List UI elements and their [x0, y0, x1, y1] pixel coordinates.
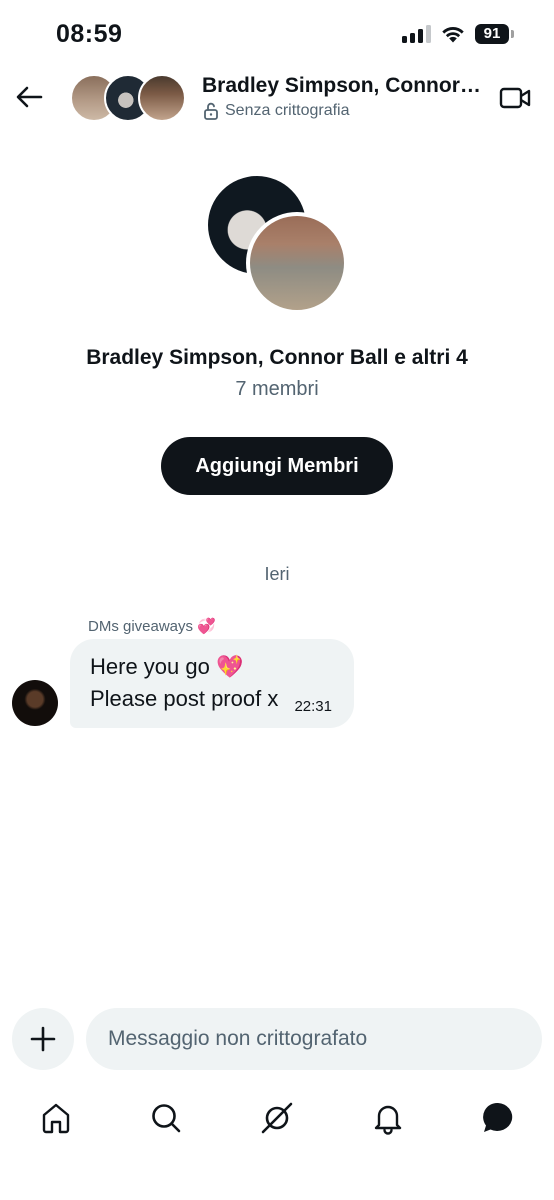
group-avatars[interactable] — [70, 74, 188, 122]
arrow-left-icon — [16, 86, 43, 108]
date-separator: Ieri — [264, 564, 290, 584]
bell-icon — [374, 1105, 402, 1135]
conversation-title[interactable]: Bradley Simpson, Connor… — [202, 74, 482, 98]
home-icon — [42, 1103, 70, 1134]
nav-notifications[interactable] — [368, 1098, 408, 1138]
battery-indicator: 91 — [475, 24, 514, 44]
add-attachment-button[interactable] — [12, 1008, 74, 1070]
search-icon — [152, 1104, 181, 1133]
group-avatar — [208, 176, 348, 314]
nav-search[interactable] — [146, 1098, 186, 1138]
message-bubble[interactable]: Here you go 💖 Please post proof x 22:31 — [70, 639, 354, 728]
cellular-signal-icon — [402, 25, 431, 43]
member-avatar — [246, 212, 348, 314]
member-count: 7 membri — [235, 378, 319, 400]
message-text: Here you go 💖 — [90, 654, 244, 679]
plus-icon — [30, 1026, 56, 1052]
nav-messages[interactable] — [478, 1098, 518, 1138]
encryption-label: Senza crittografia — [225, 102, 350, 119]
message-input[interactable] — [86, 1008, 542, 1070]
encryption-status: Senza crittografia — [203, 102, 350, 120]
wifi-icon — [442, 27, 464, 43]
back-button[interactable] — [12, 80, 46, 114]
status-bar: 08:59 91 — [0, 0, 554, 64]
grok-icon — [261, 1102, 293, 1134]
video-call-button[interactable] — [498, 82, 532, 114]
video-camera-icon — [499, 87, 531, 109]
battery-level: 91 — [475, 24, 509, 44]
sender-avatar[interactable] — [12, 680, 58, 726]
status-time: 08:59 — [56, 20, 123, 48]
messages-icon — [483, 1102, 513, 1132]
nav-grok[interactable] — [257, 1098, 297, 1138]
unlocked-icon — [204, 102, 218, 120]
chat-header: Bradley Simpson, Connor… Senza crittogra… — [0, 66, 554, 130]
nav-home[interactable] — [36, 1098, 76, 1138]
battery-cap — [511, 30, 514, 38]
message-timestamp: 22:31 — [294, 698, 332, 715]
bottom-nav — [0, 1090, 554, 1150]
sender-name: DMs giveaways 💞 — [88, 618, 216, 635]
add-members-button[interactable]: Aggiungi Membri — [161, 437, 393, 495]
group-name: Bradley Simpson, Connor Ball e altri 4 — [86, 346, 468, 369]
status-icons: 91 — [402, 24, 514, 44]
member-avatar — [138, 74, 186, 122]
